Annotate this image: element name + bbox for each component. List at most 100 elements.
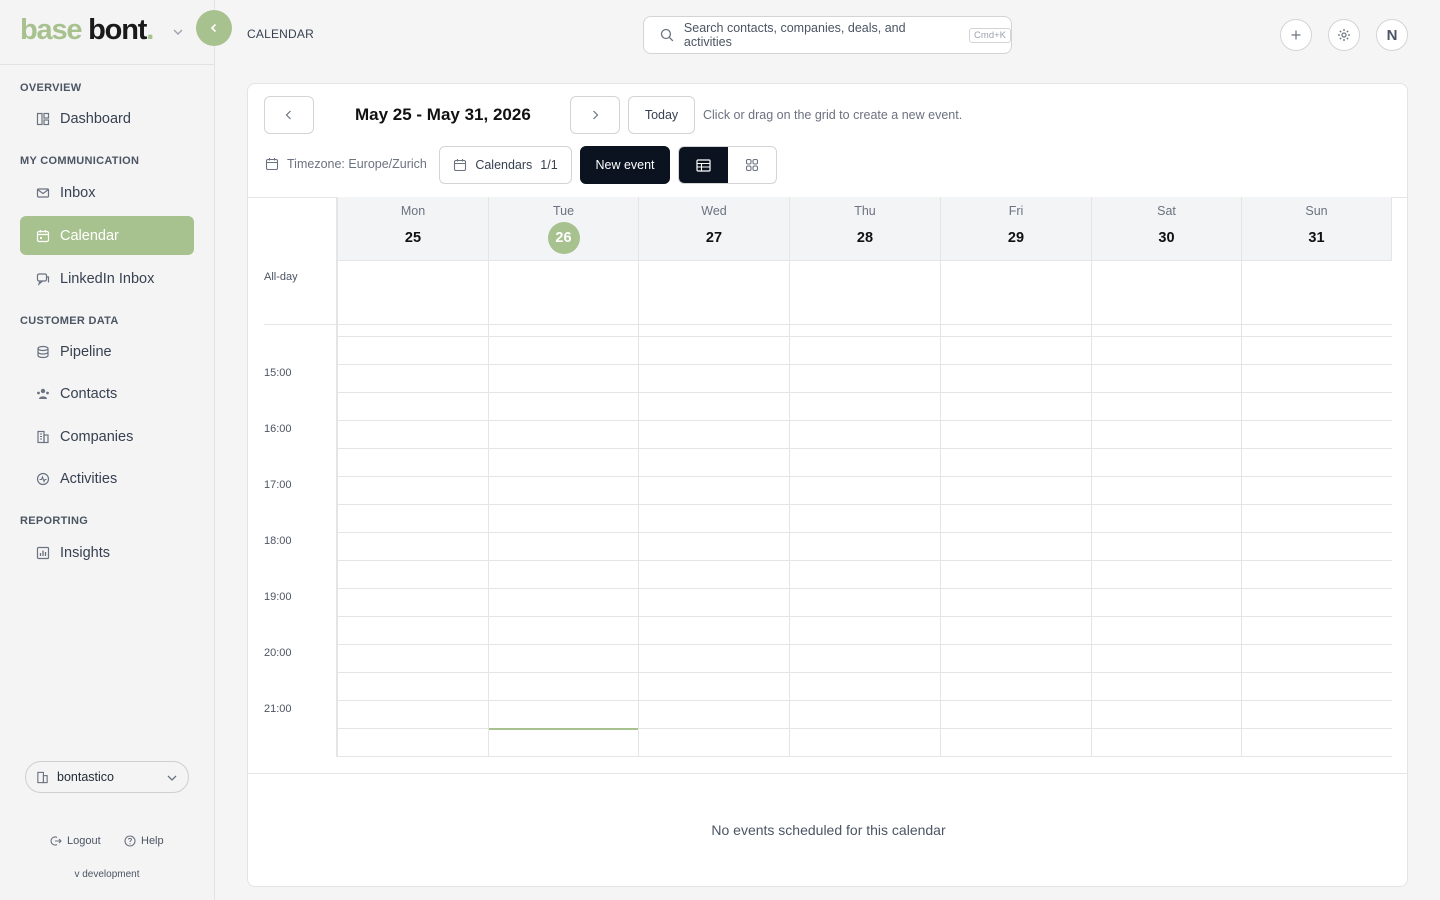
search-placeholder: Search contacts, companies, deals, and a… bbox=[683, 21, 906, 49]
day-name: Mon bbox=[400, 204, 426, 218]
slot-line bbox=[337, 532, 1392, 533]
logout-link[interactable]: Logout bbox=[50, 835, 101, 847]
avatar[interactable]: N bbox=[1376, 19, 1408, 51]
section-my-communication: MY COMMUNICATION bbox=[20, 155, 140, 167]
logout-label: Logout bbox=[67, 835, 101, 847]
sidebar-item-label: Activities bbox=[60, 470, 118, 487]
calendar-card: May 25 - May 31, 2026 Today Click or dra… bbox=[247, 83, 1408, 887]
all-day-label: All-day bbox=[264, 271, 298, 283]
plus-icon bbox=[1291, 30, 1301, 40]
users-icon bbox=[37, 388, 49, 399]
sidebar-item-dashboard[interactable]: Dashboard bbox=[20, 99, 194, 138]
sidebar-item-label: Inbox bbox=[60, 184, 96, 201]
day-number: 30 bbox=[1158, 230, 1175, 246]
chevron-down-icon bbox=[167, 775, 177, 781]
search-input[interactable]: Search contacts, companies, deals, and a… bbox=[643, 16, 1012, 54]
slot-line bbox=[337, 476, 1392, 477]
mail-icon bbox=[36, 187, 50, 198]
help-label: Help bbox=[141, 835, 164, 847]
sidebar-item-label: Insights bbox=[60, 544, 110, 561]
column-line bbox=[337, 261, 338, 757]
month-view-button[interactable] bbox=[728, 147, 777, 183]
today-button[interactable]: Today bbox=[628, 96, 695, 134]
section-reporting: REPORTING bbox=[20, 515, 89, 527]
search-shortcut: Cmd+K bbox=[969, 27, 1011, 43]
week-view-button[interactable] bbox=[679, 147, 728, 183]
help-icon bbox=[124, 835, 136, 847]
sidebar-item-contacts[interactable]: Contacts bbox=[20, 374, 194, 413]
all-day-divider bbox=[264, 324, 1392, 325]
day-header-tue: Tue 26 bbox=[488, 197, 638, 261]
timezone-text: Timezone: Europe/Zurich bbox=[287, 157, 427, 171]
sidebar-item-companies[interactable]: Companies bbox=[20, 417, 194, 456]
sidebar-item-label: Contacts bbox=[60, 385, 118, 402]
search-icon bbox=[660, 28, 674, 42]
building-icon bbox=[37, 771, 48, 783]
sidebar-item-linkedin-inbox[interactable]: LinkedIn Inbox bbox=[20, 259, 194, 298]
column-line bbox=[488, 261, 489, 757]
day-name: Sun bbox=[1305, 204, 1328, 218]
section-overview: OVERVIEW bbox=[20, 82, 82, 94]
next-week-button[interactable] bbox=[570, 96, 620, 134]
day-number: 25 bbox=[404, 230, 422, 246]
settings-button[interactable] bbox=[1328, 19, 1360, 51]
sidebar-item-insights[interactable]: Insights bbox=[20, 533, 194, 572]
calendar-icon bbox=[36, 229, 50, 242]
add-button[interactable] bbox=[1280, 19, 1312, 51]
org-select[interactable]: bontastico bbox=[25, 761, 189, 793]
slot-line bbox=[337, 336, 1392, 337]
day-number: 31 bbox=[1308, 230, 1325, 246]
day-number: 28 bbox=[856, 230, 874, 246]
sidebar-item-inbox[interactable]: Inbox bbox=[20, 173, 194, 212]
day-name: Tue bbox=[552, 204, 575, 218]
prev-week-button[interactable] bbox=[264, 96, 314, 134]
today-badge: 26 bbox=[547, 222, 580, 254]
sidebar: base bont. OVERVIEW Dashboard MY COMMUNI… bbox=[0, 0, 215, 900]
hour-label: 17:00 bbox=[264, 479, 292, 491]
org-name: bontastico bbox=[57, 770, 114, 784]
sidebar-item-pipeline[interactable]: Pipeline bbox=[20, 332, 194, 371]
day-name: Fri bbox=[1008, 204, 1024, 218]
logo-dot: . bbox=[146, 14, 154, 46]
help-link[interactable]: Help bbox=[124, 835, 164, 847]
hour-label: 15:00 bbox=[264, 367, 292, 379]
sidebar-item-label: Companies bbox=[60, 428, 134, 445]
empty-state-message: No events scheduled for this calendar bbox=[711, 822, 946, 838]
column-line bbox=[1241, 261, 1242, 757]
activity-icon bbox=[36, 472, 50, 485]
app-logo[interactable]: base bont. bbox=[20, 14, 154, 46]
version-label: v development bbox=[74, 869, 140, 880]
collapse-sidebar-button[interactable] bbox=[196, 10, 232, 46]
column-line bbox=[940, 261, 941, 757]
slot-line bbox=[337, 560, 1392, 561]
sidebar-item-calendar[interactable]: Calendar bbox=[20, 216, 194, 255]
table-icon bbox=[696, 158, 711, 172]
day-name: Wed bbox=[701, 204, 727, 218]
chevron-down-icon[interactable] bbox=[172, 26, 184, 38]
slot-line bbox=[337, 588, 1392, 589]
hour-label: 21:00 bbox=[264, 703, 292, 715]
slot-line bbox=[337, 364, 1392, 365]
sidebar-item-label: Dashboard bbox=[60, 110, 131, 127]
hour-label: 19:00 bbox=[264, 591, 292, 603]
logo-part-2: bont bbox=[88, 14, 147, 46]
sidebar-divider bbox=[0, 64, 214, 65]
gear-icon bbox=[1338, 29, 1350, 41]
slot-line bbox=[337, 504, 1392, 505]
slot-line bbox=[337, 392, 1392, 393]
new-event-button[interactable]: New event bbox=[580, 146, 670, 184]
day-header-wed: Wed 27 bbox=[638, 197, 789, 261]
section-customer-data: CUSTOMER DATA bbox=[20, 315, 119, 327]
chat-icon bbox=[36, 272, 50, 286]
column-line bbox=[638, 261, 639, 757]
calendars-button[interactable]: Calendars 1/1 bbox=[439, 146, 572, 184]
slot-line bbox=[337, 448, 1392, 449]
view-toggle bbox=[678, 146, 777, 184]
sidebar-item-activities[interactable]: Activities bbox=[20, 459, 194, 498]
slot-line bbox=[337, 616, 1392, 617]
building-icon bbox=[37, 430, 49, 443]
slot-line bbox=[337, 672, 1392, 673]
timezone-label: Timezone: Europe/Zurich bbox=[265, 157, 427, 171]
day-number: 27 bbox=[705, 230, 723, 246]
slot-line bbox=[337, 756, 1392, 757]
